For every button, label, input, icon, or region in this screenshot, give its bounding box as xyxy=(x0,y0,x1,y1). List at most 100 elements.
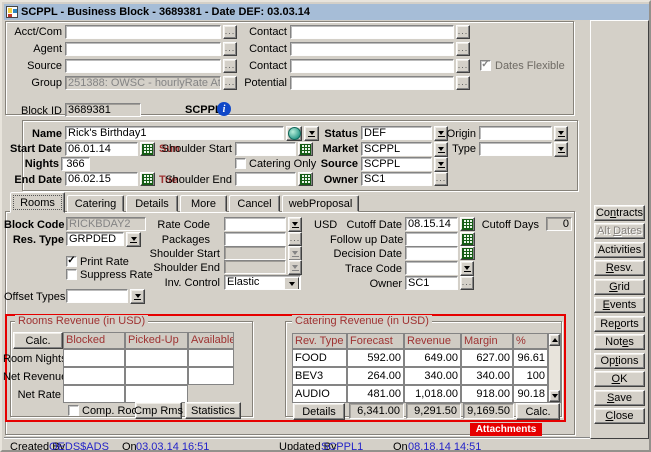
name-field[interactable]: Rick's Birthday1 xyxy=(65,126,284,140)
origin-field[interactable] xyxy=(479,126,552,140)
rooms-shoulder-start-lov-button xyxy=(288,246,302,261)
cutoff-days-field[interactable]: 0 xyxy=(546,217,572,231)
footer-separator xyxy=(4,437,651,439)
rooms-revenue-calc-button[interactable]: Calc. xyxy=(13,332,63,349)
start-date-field[interactable]: 06.01.14 xyxy=(65,142,138,156)
rooms-revenue-cell xyxy=(63,385,125,403)
res-type-label: Res. Type xyxy=(4,234,64,247)
acct-com-field[interactable] xyxy=(65,25,221,39)
shoulder-start-field[interactable] xyxy=(235,142,296,156)
potential-field[interactable] xyxy=(290,76,454,90)
packages-field[interactable] xyxy=(224,232,286,246)
packages-lov-button[interactable]: ... xyxy=(288,232,302,246)
activities-button[interactable]: Activities xyxy=(594,242,645,258)
rooms-owner-field[interactable]: SC1 xyxy=(405,276,458,290)
tab-rooms[interactable]: Rooms xyxy=(10,192,65,213)
translate-button[interactable] xyxy=(286,126,302,141)
rev-type-cell: AUDIO xyxy=(292,385,347,403)
created-on-value: 03.03.14 16:51 xyxy=(136,441,209,452)
tab-catering[interactable]: Catering xyxy=(67,195,124,212)
cutoff-date-field[interactable]: 08.15.14 xyxy=(405,217,458,231)
tab-more[interactable]: More xyxy=(180,195,227,212)
grid-button[interactable]: Grid xyxy=(594,279,645,295)
contact2-field[interactable] xyxy=(290,42,454,56)
contracts-button[interactable]: Contracts xyxy=(594,205,645,221)
block-id-field: 3689381 xyxy=(65,103,141,117)
block-source-lov-button[interactable] xyxy=(434,157,448,172)
business-block-window: SCPPL - Business Block - 3689381 - Date … xyxy=(0,0,651,452)
title-bar[interactable]: SCPPL - Business Block - 3689381 - Date … xyxy=(4,4,651,20)
rate-code-lov-button[interactable] xyxy=(288,217,302,232)
start-date-calendar-button[interactable] xyxy=(140,142,155,156)
updated-by-value: SCPPL1 xyxy=(321,441,363,452)
percent-cell: 90.18 xyxy=(513,385,548,403)
options-button[interactable]: Options xyxy=(594,353,645,369)
end-date-calendar-button[interactable] xyxy=(140,172,155,186)
offset-types-lov-button[interactable] xyxy=(130,289,145,304)
owner-lov-button[interactable]: ... xyxy=(434,172,448,186)
rooms-revenue-cell xyxy=(188,367,234,385)
cutoff-date-calendar-button[interactable] xyxy=(460,217,475,231)
decision-date-field[interactable] xyxy=(405,246,458,260)
save-button[interactable]: Save xyxy=(594,390,645,406)
decision-calendar-button[interactable] xyxy=(460,246,475,260)
catering-only-checkbox[interactable] xyxy=(235,158,246,169)
inv-control-combo[interactable]: Elastic xyxy=(224,275,301,290)
rooms-shoulder-start-field xyxy=(224,246,286,260)
close-button[interactable]: Close xyxy=(594,408,645,424)
scroll-down-button[interactable] xyxy=(549,390,560,402)
rooms-owner-lov-button[interactable]: ... xyxy=(460,276,474,290)
type-field[interactable] xyxy=(479,142,552,156)
catering-scrollbar[interactable] xyxy=(548,333,561,403)
events-button[interactable]: Events xyxy=(594,297,645,313)
statistics-button[interactable]: Statistics xyxy=(185,402,241,419)
down-arrow-icon xyxy=(552,394,558,398)
trace-code-field[interactable] xyxy=(405,261,458,275)
tab-cancel[interactable]: Cancel xyxy=(229,195,280,212)
type-lov-button[interactable] xyxy=(554,142,568,157)
contact1-lov-button[interactable]: ... xyxy=(456,25,470,39)
comp-rooms-checkbox[interactable] xyxy=(68,405,79,416)
down-arrow-icon xyxy=(558,131,564,135)
tab-webproposal[interactable]: webProposal xyxy=(282,195,359,212)
rate-code-field[interactable] xyxy=(224,217,286,231)
contact2-lov-button[interactable]: ... xyxy=(456,42,470,56)
shoulder-end-field[interactable] xyxy=(235,172,296,186)
ok-button[interactable]: OK xyxy=(594,371,645,387)
dates-flexible-checkbox[interactable]: ✓ xyxy=(480,60,491,71)
block-id-label: Block ID xyxy=(4,105,62,118)
agent-field[interactable] xyxy=(65,42,221,56)
res-type-field[interactable]: GRPDED xyxy=(66,232,124,246)
created-on-label: On xyxy=(122,441,137,452)
market-label: Market xyxy=(302,143,358,156)
source-field[interactable] xyxy=(65,59,221,73)
group-field[interactable]: 251388: OWSC - hourlyRate Attribute xyxy=(65,76,221,90)
trace-code-lov-button[interactable] xyxy=(460,261,474,276)
scroll-up-button[interactable] xyxy=(549,334,560,346)
follow-up-date-field[interactable] xyxy=(405,232,458,246)
cmp-rms-button[interactable]: Cmp Rms xyxy=(135,402,182,419)
contact3-lov-button[interactable]: ... xyxy=(456,59,470,73)
offset-types-field[interactable] xyxy=(66,289,128,303)
owner-field[interactable]: SC1 xyxy=(361,172,432,186)
end-date-field[interactable]: 06.02.15 xyxy=(65,172,138,186)
reports-button[interactable]: Reports xyxy=(594,316,645,332)
suppress-rate-checkbox[interactable] xyxy=(66,269,77,280)
follow-up-calendar-button[interactable] xyxy=(460,232,475,246)
contact1-field[interactable] xyxy=(290,25,454,39)
resv-button[interactable]: Resv. xyxy=(594,260,645,276)
info-icon[interactable]: i xyxy=(217,102,231,116)
notes-button[interactable]: Notes xyxy=(594,334,645,350)
catering-details-button[interactable]: Details xyxy=(293,403,345,420)
nights-field[interactable]: 366 xyxy=(61,157,90,171)
combo-dropdown-button[interactable] xyxy=(284,277,299,290)
potential-lov-button[interactable]: ... xyxy=(456,76,470,90)
print-rate-checkbox[interactable]: ✓ xyxy=(66,256,77,267)
block-source-field[interactable]: SCPPL xyxy=(361,157,432,171)
contact3-label: Contact xyxy=(232,60,287,73)
catering-calc-button[interactable]: Calc. xyxy=(516,403,560,420)
contact3-field[interactable] xyxy=(290,59,454,73)
origin-lov-button[interactable] xyxy=(554,126,568,141)
block-code-label: Block Code xyxy=(4,219,64,232)
tab-details[interactable]: Details xyxy=(126,195,178,212)
